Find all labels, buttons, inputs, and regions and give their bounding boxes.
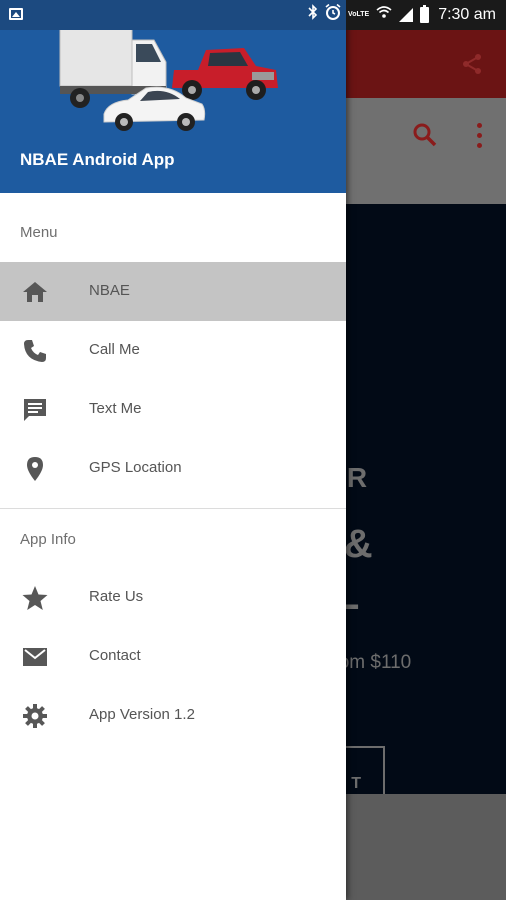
search-icon[interactable] xyxy=(412,122,438,148)
gallery-icon xyxy=(9,8,23,20)
status-time: 7:30 am xyxy=(438,6,496,23)
nav-item-rate-us[interactable]: Rate Us xyxy=(0,568,346,627)
alarm-icon xyxy=(325,3,341,26)
nav-item-call-me[interactable]: Call Me xyxy=(0,321,346,380)
hero-price: rs from $110 xyxy=(346,652,412,673)
nav-item-label: GPS Location xyxy=(89,459,182,476)
bluetooth-icon xyxy=(308,4,318,26)
signal-icon xyxy=(399,8,414,22)
nav-item-label: Contact xyxy=(89,647,141,664)
hero-line-3: AL xyxy=(346,574,360,618)
nav-item-label: Call Me xyxy=(89,341,140,358)
nav-item-label: App Version 1.2 xyxy=(89,706,195,723)
location-pin-icon xyxy=(27,457,43,481)
more-options-icon[interactable] xyxy=(474,120,484,150)
message-icon xyxy=(24,399,46,421)
star-icon xyxy=(22,586,48,610)
nav-item-text-me[interactable]: Text Me xyxy=(0,380,346,439)
nav-item-label: NBAE xyxy=(89,282,130,299)
app-subbar xyxy=(346,98,506,204)
volte-badge: VoLTE xyxy=(348,11,370,18)
nav-item-nbae[interactable]: NBAE xyxy=(0,262,346,321)
app-bottom-area xyxy=(346,794,506,900)
gear-icon xyxy=(23,704,47,728)
app-toolbar xyxy=(346,30,506,98)
nav-item-contact[interactable]: Contact xyxy=(0,627,346,686)
phone-icon xyxy=(24,340,46,362)
hero-line-1: HER xyxy=(346,462,369,493)
section-header-menu: Menu xyxy=(20,224,58,241)
wifi-icon xyxy=(376,4,392,26)
drawer-title: NBAE Android App xyxy=(20,150,175,169)
hero-banner: HER E & AL rs from $110 T xyxy=(346,204,506,821)
battery-icon xyxy=(420,5,430,23)
status-bar: VoLTE 7:30 am xyxy=(0,0,506,30)
section-divider xyxy=(0,508,346,509)
background-app: HER E & AL rs from $110 T xyxy=(346,30,506,900)
section-header-app-info: App Info xyxy=(20,531,76,548)
status-icons: VoLTE 7:30 am xyxy=(308,3,496,26)
car-image xyxy=(103,86,206,131)
navigation-drawer: NBAE Android App Menu NBAE Call Me Text … xyxy=(0,0,346,900)
nav-item-app-version[interactable]: App Version 1.2 xyxy=(0,686,346,745)
nav-item-gps-location[interactable]: GPS Location xyxy=(0,439,346,498)
drawer-empty-area xyxy=(0,760,346,900)
nav-item-label: Text Me xyxy=(89,400,142,417)
email-icon xyxy=(23,648,47,666)
hero-line-2: E & xyxy=(346,522,373,566)
share-icon[interactable] xyxy=(460,52,484,76)
nav-item-label: Rate Us xyxy=(89,588,144,605)
drawer-header: NBAE Android App xyxy=(0,30,346,193)
home-icon xyxy=(23,282,47,302)
